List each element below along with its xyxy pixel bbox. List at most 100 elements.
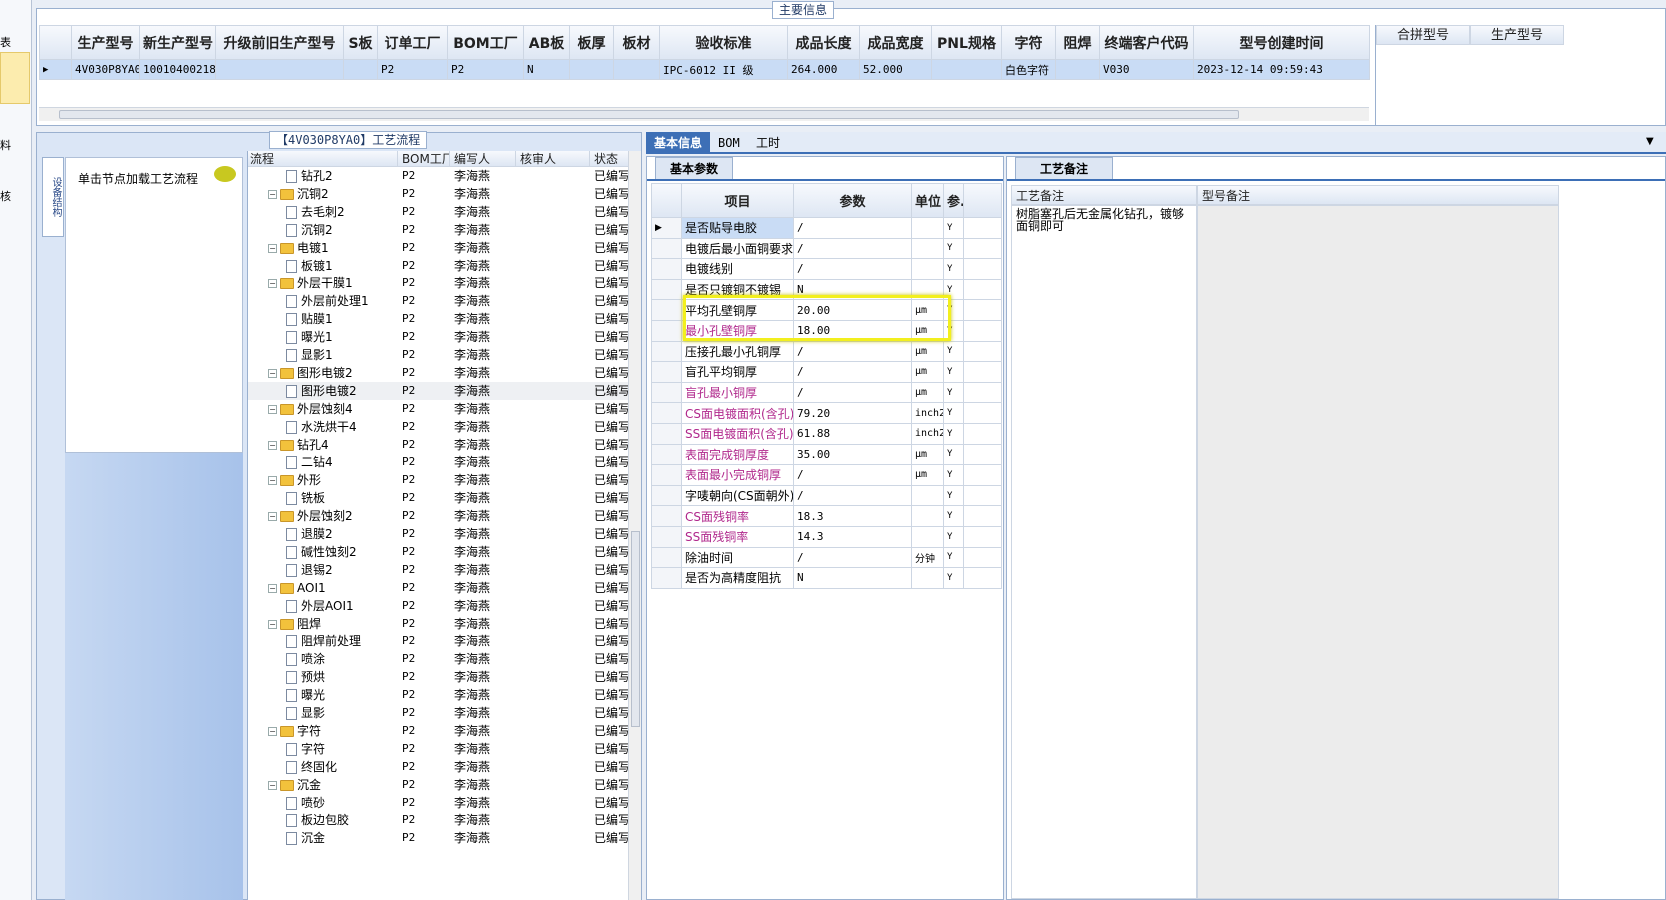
main-col-header[interactable]: 终端客户代码 — [1099, 25, 1194, 60]
main-col-header[interactable]: AB板 — [523, 25, 570, 60]
basic-params-tab[interactable]: 基本参数 — [655, 157, 734, 179]
param-row[interactable]: 盲孔平均铜厚 / μm Y — [651, 361, 1002, 383]
tree-row[interactable]: − 外层蚀刻4 P2 李海燕 已编写 — [248, 400, 630, 418]
main-col-header[interactable]: 字符 — [1001, 25, 1056, 60]
tree-node[interactable]: − 字符 — [268, 722, 321, 740]
tree-row[interactable]: 铣板 P2 李海燕 已编写 — [248, 489, 630, 507]
tree-node[interactable]: 喷砂 — [286, 794, 325, 812]
param-value[interactable]: / — [793, 546, 912, 569]
dropdown-arrow-icon[interactable]: ▼ — [1646, 136, 1654, 147]
main-col-header[interactable]: S板 — [343, 25, 378, 60]
tree-row[interactable]: 显影1 P2 李海燕 已编写 — [248, 346, 630, 364]
tree-row[interactable]: − 钻孔4 P2 李海燕 已编写 — [248, 436, 630, 454]
param-flag[interactable]: Y — [943, 361, 964, 383]
main-hscroll-thumb[interactable] — [59, 110, 1239, 119]
main-cell[interactable] — [613, 59, 660, 80]
tree-node[interactable]: 终固化 — [286, 758, 337, 776]
param-value[interactable]: 35.00 — [793, 443, 912, 466]
tree-row[interactable]: − AOI1 P2 李海燕 已编写 — [248, 579, 630, 597]
merge-col-header-1[interactable]: 合拼型号 — [1376, 25, 1470, 45]
main-col-header[interactable]: 板厚 — [569, 25, 614, 60]
tree-node[interactable]: 沉金 — [286, 829, 325, 847]
main-cell[interactable] — [1055, 59, 1100, 80]
tree-row[interactable]: − 外层干膜1 P2 李海燕 已编写 — [248, 274, 630, 292]
param-row[interactable]: 电镀线别 / Y — [651, 258, 1002, 280]
param-flag[interactable]: Y — [943, 381, 964, 404]
param-value[interactable]: / — [793, 340, 912, 363]
tree-row[interactable]: 图形电镀2 P2 李海燕 已编写 — [248, 381, 630, 400]
param-flag[interactable]: Y — [943, 546, 964, 569]
param-col-header[interactable]: 参数 — [793, 183, 912, 218]
tree-node[interactable]: 铣板 — [286, 489, 325, 507]
tree-node[interactable]: − 钻孔4 — [268, 436, 329, 454]
tree-node[interactable]: 字符 — [286, 740, 325, 758]
main-col-header[interactable]: 阻焊 — [1055, 25, 1100, 60]
tree-node[interactable]: − 外形 — [268, 471, 321, 489]
param-row[interactable]: 除油时间 / 分钟 Y — [651, 546, 1002, 569]
collapse-icon[interactable]: − — [268, 619, 277, 629]
param-flag[interactable]: Y — [943, 443, 964, 466]
collapse-icon[interactable]: − — [268, 404, 277, 414]
main-col-header[interactable]: 订单工厂 — [377, 25, 448, 60]
tab-work-hours[interactable]: 工时 — [748, 132, 788, 154]
tree-node[interactable]: 喷涂 — [286, 650, 325, 668]
left-nav-selected[interactable] — [0, 52, 30, 104]
main-col-header[interactable]: 成品长度 — [787, 25, 860, 60]
param-value[interactable]: / — [793, 237, 912, 260]
tree-row[interactable]: 退膜2 P2 李海燕 已编写 — [248, 525, 630, 543]
tree-row[interactable]: 板镀1 P2 李海燕 已编写 — [248, 257, 630, 275]
tree-node[interactable]: 曝光 — [286, 686, 325, 704]
left-nav-item-2[interactable]: 核 — [0, 188, 11, 204]
collapse-icon[interactable]: − — [268, 780, 277, 790]
main-col-header[interactable]: 生产型号 — [71, 25, 140, 60]
param-row[interactable]: 表面完成铜厚度 35.00 μm Y — [651, 443, 1002, 466]
tree-row[interactable]: − 图形电镀2 P2 李海燕 已编写 — [248, 364, 630, 382]
param-value[interactable]: / — [793, 464, 912, 486]
tree-row[interactable]: 沉金 P2 李海燕 已编写 — [248, 829, 630, 847]
param-flag[interactable]: Y — [943, 217, 964, 239]
tree-node[interactable]: 沉铜2 — [286, 221, 333, 239]
main-cell[interactable]: P2 — [377, 59, 448, 80]
param-flag[interactable]: Y — [943, 237, 964, 260]
tree-row[interactable]: 去毛刺2 P2 李海燕 已编写 — [248, 203, 630, 221]
param-value[interactable]: 18.3 — [793, 505, 912, 527]
param-row[interactable]: 电镀后最小面铜要求 / Y — [651, 237, 1002, 260]
param-col-header[interactable]: 项目 — [681, 183, 794, 218]
tree-node[interactable]: 板边包胶 — [286, 811, 349, 829]
model-remark-box[interactable] — [1197, 205, 1559, 899]
tree-row[interactable]: − 沉金 P2 李海燕 已编写 — [248, 776, 630, 794]
left-nav-item-1[interactable]: 料 — [0, 137, 11, 153]
tree-node[interactable]: 外层AOI1 — [286, 597, 354, 615]
tree-node[interactable]: 钻孔2 — [286, 167, 333, 185]
main-col-header[interactable]: BOM工厂 — [447, 25, 524, 60]
collapse-icon[interactable]: − — [268, 512, 277, 522]
tree-row[interactable]: 板边包胶 P2 李海燕 已编写 — [248, 811, 630, 829]
param-flag[interactable]: Y — [943, 505, 964, 527]
main-col-header[interactable]: 型号创建时间 — [1193, 25, 1370, 60]
tree-row[interactable]: 外层前处理1 P2 李海燕 已编写 — [248, 292, 630, 310]
tree-node[interactable]: 显影1 — [286, 346, 333, 364]
tree-node[interactable]: − 电镀1 — [268, 239, 329, 257]
tree-node[interactable]: − 图形电镀2 — [268, 364, 353, 382]
tree-node[interactable]: − 外层蚀刻4 — [268, 400, 353, 418]
tree-row[interactable]: − 沉铜2 P2 李海燕 已编写 — [248, 185, 630, 203]
main-col-header[interactable]: 成品宽度 — [859, 25, 932, 60]
tree-col-header[interactable]: 编写人 — [452, 151, 516, 167]
tree-row[interactable]: 钻孔2 P2 李海燕 已编写 — [248, 167, 630, 185]
param-value[interactable]: 14.3 — [793, 525, 912, 548]
param-value[interactable]: / — [793, 361, 912, 383]
param-flag[interactable]: Y — [943, 258, 964, 280]
tree-row[interactable]: 贴膜1 P2 李海燕 已编写 — [248, 310, 630, 328]
param-flag[interactable]: Y — [943, 525, 964, 548]
tree-row[interactable]: 碱性蚀刻2 P2 李海燕 已编写 — [248, 543, 630, 561]
tree-row[interactable]: 外层AOI1 P2 李海燕 已编写 — [248, 597, 630, 615]
param-value[interactable]: / — [793, 381, 912, 404]
main-cell[interactable]: 白色字符 — [1001, 59, 1056, 80]
param-row[interactable]: 是否为高精度阻抗 N Y — [651, 567, 1002, 589]
collapse-icon[interactable]: − — [268, 726, 277, 736]
main-col-header[interactable]: 验收标准 — [659, 25, 788, 60]
param-value[interactable]: / — [793, 484, 912, 507]
process-remark-box[interactable]: 树脂塞孔后无金属化钻孔，镀够面铜即可 — [1011, 205, 1197, 899]
remarks-tab[interactable]: 工艺备注 — [1015, 157, 1114, 179]
collapse-icon[interactable]: − — [268, 368, 277, 378]
